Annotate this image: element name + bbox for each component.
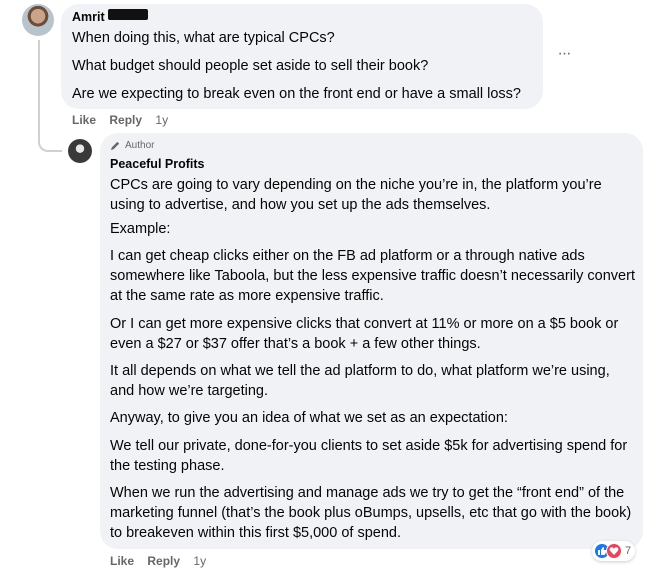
pencil-icon [110,141,120,151]
comment-author-name[interactable]: Amrit [72,10,105,24]
reply-paragraph: Or I can get more expensive clicks that … [110,316,619,352]
comment-text-line: What budget should people set aside to s… [72,58,429,74]
reply-button[interactable]: Reply [147,554,180,568]
reply-paragraph: CPCs are going to vary depending on the … [110,177,602,213]
reactions-summary[interactable]: 7 [592,541,636,561]
like-button[interactable]: Like [72,113,96,127]
love-icon [606,543,622,559]
thread-connector-line [38,40,62,152]
reply-author-name[interactable]: Peaceful Profits [110,157,204,171]
reply-actions: Like Reply 1y [110,554,216,568]
author-badge-label: Author [125,140,155,151]
comment-text-line: When doing this, what are typical CPCs? [72,30,335,46]
reply-paragraph: Example: [110,221,171,237]
like-button[interactable]: Like [110,554,134,568]
reaction-count: 7 [625,545,632,557]
reply-paragraph: We tell our private, done-for-you client… [110,438,628,474]
reply-paragraph: When we run the advertising and manage a… [110,485,632,541]
reply-paragraph: Anyway, to give you an idea of what we s… [110,410,508,426]
reply-paragraph: It all depends on what we tell the ad pl… [110,363,610,399]
comment-actions: Like Reply 1y [72,113,178,127]
more-options-icon[interactable]: ··· [555,45,573,63]
comment-text-line: Are we expecting to break even on the fr… [72,86,521,102]
avatar[interactable] [22,4,54,36]
reply-button[interactable]: Reply [109,113,142,127]
avatar[interactable] [68,139,92,163]
reply-timestamp[interactable]: 1y [193,554,206,568]
author-badge: Author [110,140,154,151]
reply-paragraph: I can get cheap clicks either on the FB … [110,248,635,304]
comment-timestamp[interactable]: 1y [155,113,168,127]
redacted-surname [108,9,148,20]
